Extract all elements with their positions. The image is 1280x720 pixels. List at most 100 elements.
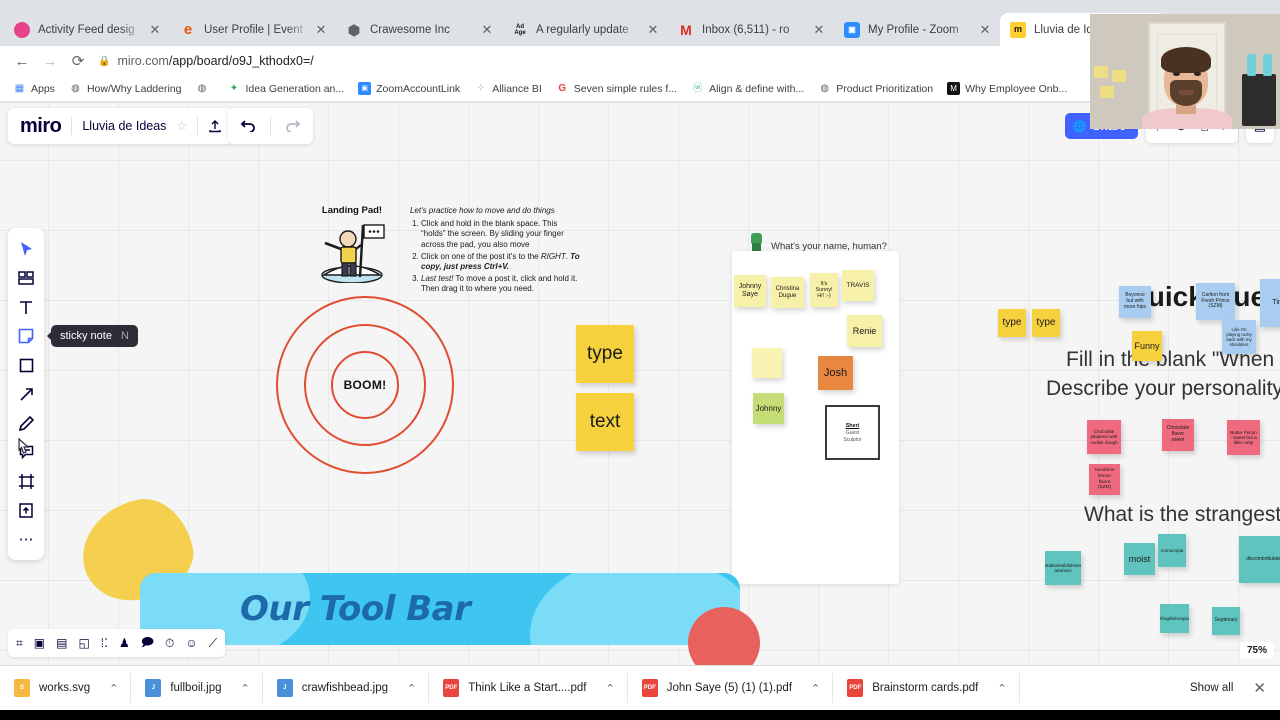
upload-tool[interactable] [11,497,41,523]
sticky-note[interactable]: Butter Pecan - sweet but a little nutty [1227,420,1260,455]
board-name[interactable]: Lluvia de Ideas [82,119,166,133]
download-item[interactable]: PDF Think Like a Start....pdf ⌃ [429,673,628,703]
chevron-up-icon[interactable]: ⌃ [811,682,820,695]
sticky-note[interactable]: Septenary [1212,607,1240,635]
sticky-note[interactable]: Josh [818,356,853,390]
close-icon[interactable]: ✕ [644,21,662,39]
sticky-note[interactable]: type [998,309,1026,337]
upload-icon[interactable] [208,119,222,133]
reload-icon[interactable]: ⟳ [64,47,92,75]
comment-tool[interactable] [11,439,41,465]
sticky-note[interactable]: Chocolate jalapeno with cookie dough [1087,420,1121,454]
sticky-note[interactable]: It's Sunny! Hi! :-) [810,273,838,307]
sticky-note[interactable]: text [576,393,634,451]
zoom-level-badge[interactable]: 75% [1239,642,1274,659]
sticky-note[interactable]: Sunshine lemon flavor (SZM) [1089,464,1120,495]
undo-icon[interactable] [240,120,256,132]
chat-icon[interactable]: 🗩 [141,633,154,654]
close-icon[interactable]: ✕ [478,21,496,39]
sticky-note[interactable]: Like I'm playing rocky back with my shou… [1222,320,1256,354]
sticky-note[interactable] [752,348,782,378]
download-item[interactable]: PDF John Saye (5) (1) (1).pdf ⌃ [628,673,834,703]
back-arrow-icon[interactable]: ← [8,47,36,75]
bookmark-item[interactable]: ✦ Idea Generation an... [220,78,351,100]
chevron-up-icon[interactable]: ⌃ [606,682,615,695]
show-all-downloads-button[interactable]: Show all [1180,677,1243,699]
close-icon[interactable]: ✕ [312,21,330,39]
browser-tab[interactable]: Activity Feed desig ✕ [4,13,170,46]
browser-tab[interactable]: Ad Age A regularly update ✕ [502,13,668,46]
sticky-note[interactable]: Funny [1132,331,1162,361]
sticky-note[interactable]: Chocolate flavor sweet [1162,419,1194,451]
chevron-up-icon[interactable]: ⌃ [997,682,1006,695]
browser-tab[interactable]: ▣ My Profile - Zoom ✕ [834,13,1000,46]
pen-tool[interactable] [11,410,41,436]
close-downloads-icon[interactable]: ✕ [1243,679,1280,697]
close-icon[interactable]: ✕ [146,21,164,39]
bookmark-item[interactable]: ◍ [188,78,220,100]
sticky-note[interactable]: discombobulated [1239,536,1280,583]
webcam-video-overlay[interactable] [1090,14,1280,129]
sticky-note[interactable]: Johnny Saye [734,275,766,307]
bookmark-item[interactable]: ◍ How/Why Laddering [62,78,189,100]
more-tools-icon[interactable]: ⋯ [11,526,41,552]
sticky-note-tool[interactable]: sticky note N [11,323,138,349]
sticky-note[interactable]: moist [1124,543,1155,575]
people-icon[interactable]: ♟ [119,636,130,650]
close-icon[interactable]: ✕ [810,21,828,39]
text-tool[interactable] [11,294,41,320]
bookmark-item[interactable]: M Why Employee Onb... [940,78,1074,100]
timer-icon[interactable]: ⏱ [165,636,174,651]
vote-icon[interactable]: ☺ [185,636,197,650]
download-item[interactable]: J fullboil.jpg ⌃ [131,673,263,703]
bookmark-item[interactable]: ◍ Product Prioritization [811,78,940,100]
close-icon[interactable]: ✕ [976,21,994,39]
chevron-up-icon[interactable]: ⌃ [241,682,250,695]
sticky-note[interactable]: Carlton from Fresh Prince (SZM) [1196,283,1235,320]
shape-tool[interactable] [11,352,41,378]
sticky-note[interactable]: Tim [1260,279,1280,327]
sheri-card[interactable]: Sheri Guest Sculptor [825,405,880,460]
bookmark-item[interactable]: G Seven simple rules f... [549,78,684,100]
bookmark-item[interactable]: ⓦ Align & define with... [684,78,811,100]
bookmark-apps[interactable]: ▦ Apps [6,78,62,100]
card-icon[interactable]: ◱ [78,636,89,650]
miro-logo[interactable]: miro [20,115,62,138]
sticky-note[interactable]: TRAVIS [842,270,874,301]
miro-icon: m [1010,21,1026,38]
sticky-note[interactable]: Christina Dugue [771,277,804,308]
cursor-chat-icon[interactable]: ⟋ [209,636,217,651]
sticky-note[interactable]: Beyonce but with more hips [1119,286,1151,318]
downloads-bar: S works.svg ⌃ J fullboil.jpg ⌃ J crawfis… [0,665,1280,710]
chevron-up-icon[interactable]: ⌃ [109,682,118,695]
connector-tool[interactable] [11,381,41,407]
templates-tool[interactable] [11,265,41,291]
comment-icon[interactable]: ▤ [56,636,67,650]
bookmarks-bar: ▦ Apps ◍ How/Why Laddering ◍ ✦ Idea Gene… [0,76,1280,102]
bookmark-item[interactable]: ⁘ Alliance BI [467,78,549,100]
sticky-note[interactable]: Renie [847,315,882,347]
sticky-note[interactable]: Johnny [753,393,784,424]
download-item[interactable]: S works.svg ⌃ [0,673,132,703]
star-icon[interactable]: ☆ [176,119,187,133]
browser-tab[interactable]: e User Profile | Event ✕ [170,13,336,46]
forward-arrow-icon[interactable]: → [36,47,64,75]
download-filename: John Saye (5) (1) (1).pdf [666,682,793,694]
cursor-tool[interactable] [11,236,41,262]
frame-tool[interactable] [11,468,41,494]
download-item[interactable]: J crawfishbead.jpg ⌃ [263,673,430,703]
miro-canvas[interactable]: Landing Pad! Let's practice how to move … [0,103,1280,665]
frame-icon[interactable]: ⌗ [16,636,23,651]
browser-tab[interactable]: ⬢ Crawesome Inc ✕ [336,13,502,46]
sticky-note[interactable]: type [1032,309,1060,337]
list-icon[interactable]: ⁞⁚ [101,636,108,650]
browser-tab[interactable]: M Inbox (6,511) - ro ✕ [668,13,834,46]
presentation-icon[interactable]: ▣ [34,636,45,650]
download-item[interactable]: PDF Brainstorm cards.pdf ⌃ [833,673,1020,703]
bookmark-item[interactable]: ▣ ZoomAccountLink [351,78,467,100]
sticky-note[interactable]: antidisestablishment arianism [1045,551,1081,585]
sticky-note[interactable]: type [576,325,634,383]
chevron-up-icon[interactable]: ⌃ [407,682,416,695]
sticky-note[interactable]: Supercalifragilisticexpialidocious [1160,604,1189,633]
sticky-note[interactable]: cornucopia [1158,534,1186,567]
